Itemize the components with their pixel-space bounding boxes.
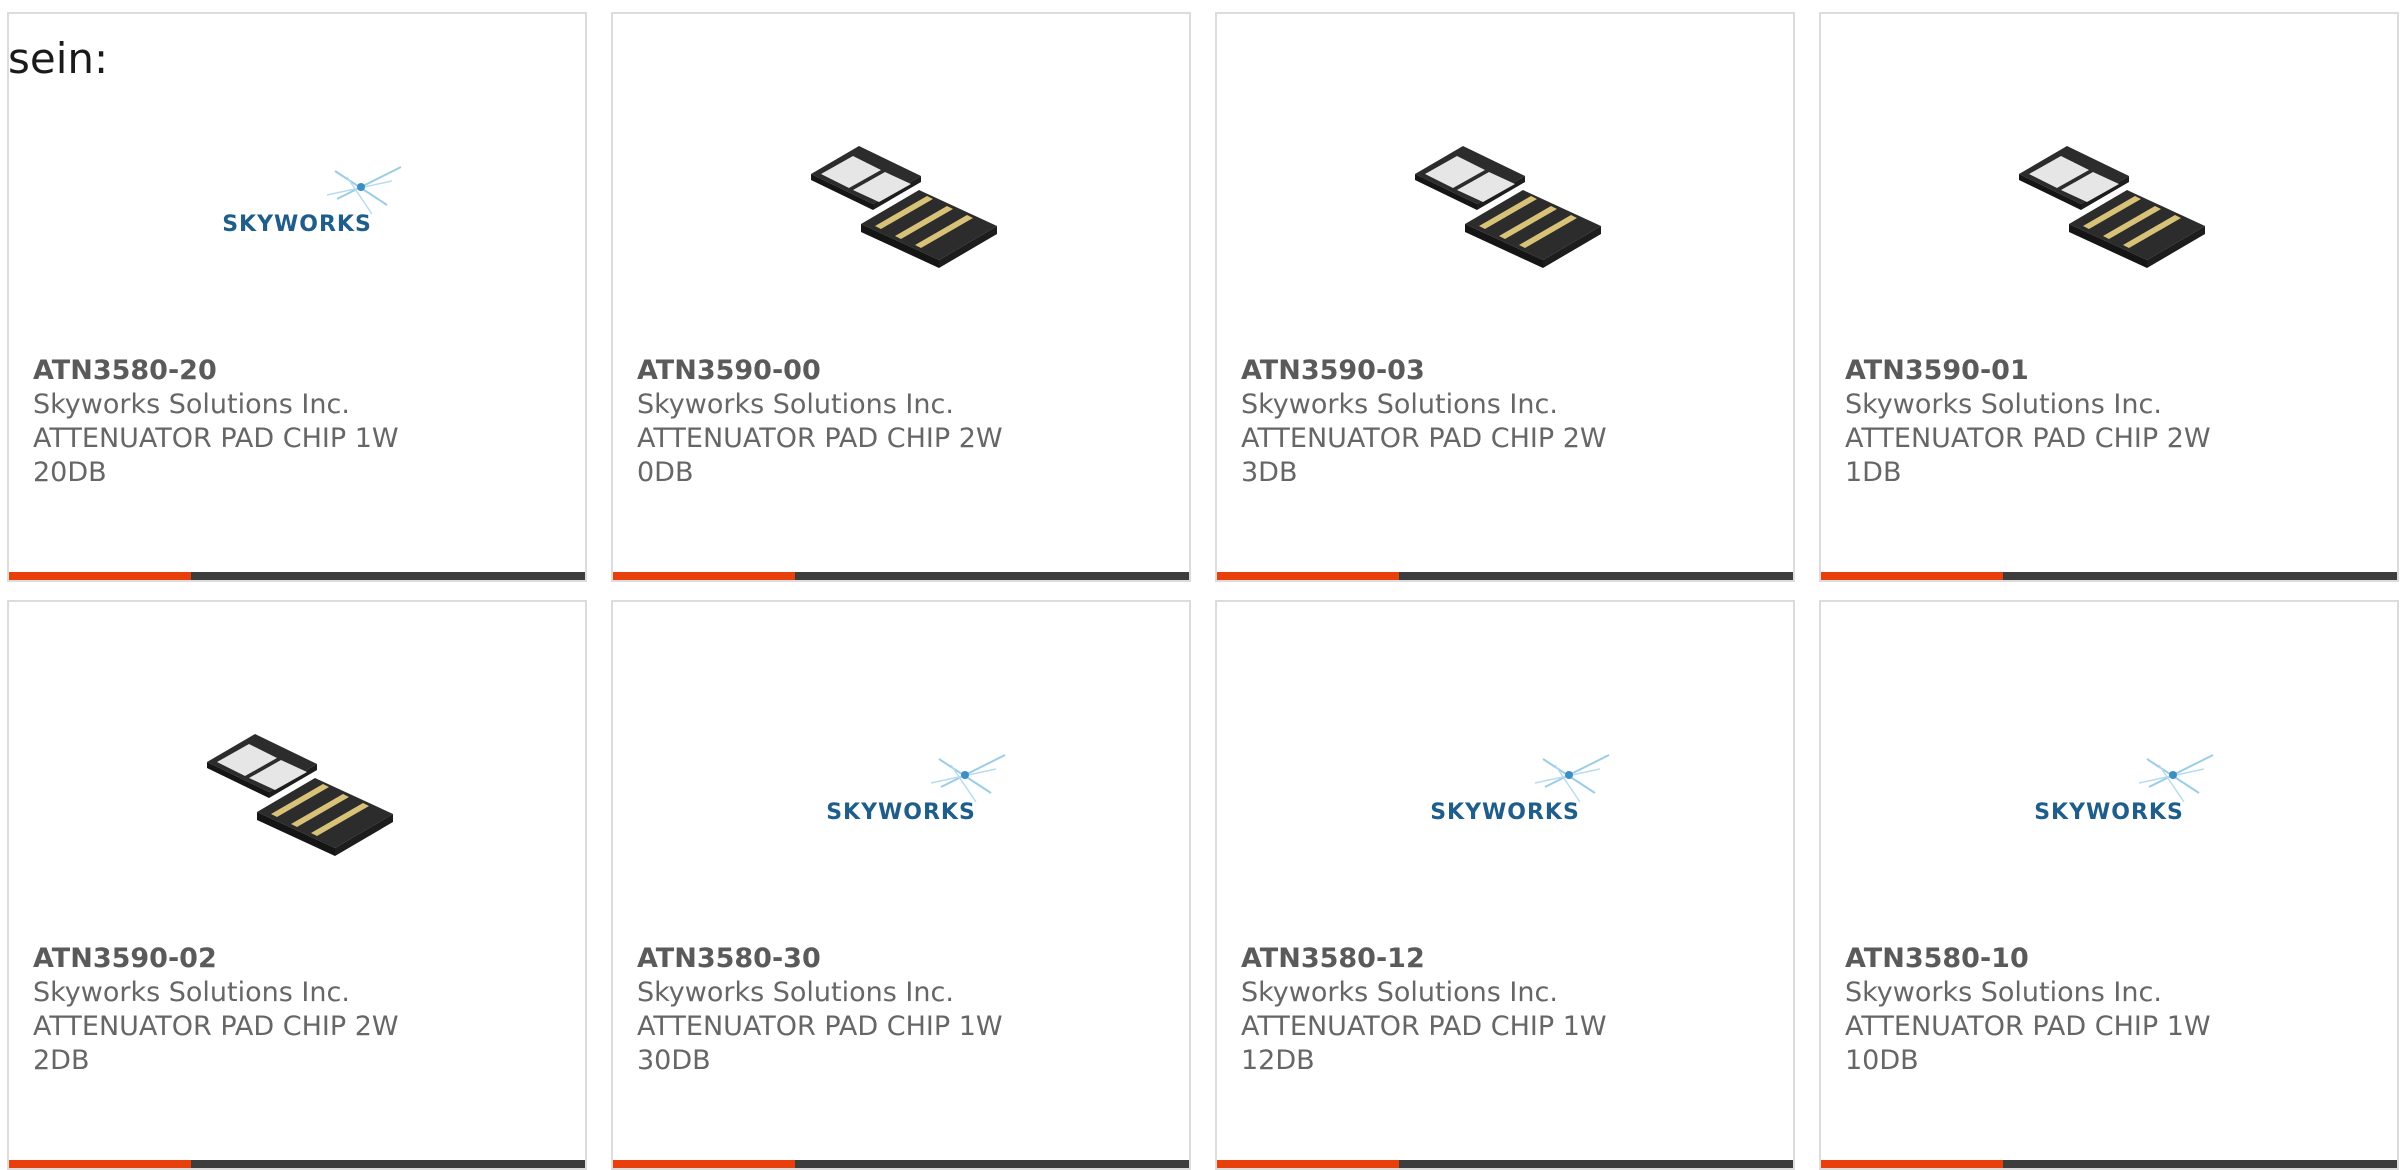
part-number[interactable]: ATN3590-01 xyxy=(1845,354,2265,388)
product-image xyxy=(1821,124,2397,284)
product-image: SKYWORKS xyxy=(1217,712,1793,872)
manufacturer: Skyworks Solutions Inc. xyxy=(1241,977,1558,1008)
description-line: ATTENUATOR PAD CHIP 2W 1DB xyxy=(1845,423,2211,488)
product-image xyxy=(9,712,585,872)
product-card[interactable]: SKYWORKS ATN3580-20 Skyworks Solutions I… xyxy=(7,12,587,582)
chip-photo xyxy=(207,734,393,856)
part-number[interactable]: ATN3590-02 xyxy=(33,942,453,976)
part-number[interactable]: ATN3590-03 xyxy=(1241,354,1661,388)
accent-strip xyxy=(9,572,191,580)
description-line: 10DB xyxy=(1845,1045,1919,1076)
svg-text:SKYWORKS: SKYWORKS xyxy=(1430,800,1580,825)
product-card[interactable]: ATN3590-02 Skyworks Solutions Inc. ATTEN… xyxy=(7,600,587,1170)
description-line: 12DB xyxy=(1241,1045,1315,1076)
description-line: ATTENUATOR PAD CHIP 2W 0DB xyxy=(637,423,1003,488)
product-image: SKYWORKS xyxy=(613,712,1189,872)
card-footer-bar xyxy=(1821,572,2397,580)
part-number[interactable]: ATN3590-00 xyxy=(637,354,1057,388)
svg-text:SKYWORKS: SKYWORKS xyxy=(2034,800,2184,825)
product-image: SKYWORKS xyxy=(1821,712,2397,872)
card-footer-bar xyxy=(613,572,1189,580)
manufacturer: Skyworks Solutions Inc. xyxy=(33,977,350,1008)
description-line: 30DB xyxy=(637,1045,711,1076)
card-footer-bar xyxy=(9,572,585,580)
product-card[interactable]: ATN3590-00 Skyworks Solutions Inc. ATTEN… xyxy=(611,12,1191,582)
product-grid: SKYWORKS ATN3580-20 Skyworks Solutions I… xyxy=(7,12,2399,1170)
description-line: ATTENUATOR PAD CHIP 1W xyxy=(33,423,399,454)
skyworks-logo: SKYWORKS xyxy=(1430,754,1610,825)
accent-strip xyxy=(1217,572,1399,580)
manufacturer: Skyworks Solutions Inc. xyxy=(1845,977,2162,1008)
product-image: SKYWORKS xyxy=(9,124,585,284)
manufacturer: Skyworks Solutions Inc. xyxy=(1845,389,2162,420)
description-line: ATTENUATOR PAD CHIP 1W xyxy=(1241,1011,1607,1042)
description-line: ATTENUATOR PAD CHIP 2W 3DB xyxy=(1241,423,1607,488)
product-card[interactable]: ATN3590-03 Skyworks Solutions Inc. ATTEN… xyxy=(1215,12,1795,582)
description-line: 20DB xyxy=(33,457,107,488)
card-footer-bar xyxy=(1217,572,1793,580)
intro-text: sein: xyxy=(8,34,109,83)
chip-photo xyxy=(1415,146,1601,268)
svg-text:SKYWORKS: SKYWORKS xyxy=(222,212,372,237)
accent-strip xyxy=(1821,572,2003,580)
product-image xyxy=(613,124,1189,284)
product-image xyxy=(1217,124,1793,284)
part-number[interactable]: ATN3580-10 xyxy=(1845,942,2265,976)
skyworks-logo: SKYWORKS xyxy=(222,166,402,237)
accent-strip xyxy=(613,572,795,580)
part-number[interactable]: ATN3580-20 xyxy=(33,354,453,388)
part-number[interactable]: ATN3580-12 xyxy=(1241,942,1661,976)
manufacturer: Skyworks Solutions Inc. xyxy=(637,977,954,1008)
description-line: ATTENUATOR PAD CHIP 1W xyxy=(637,1011,1003,1042)
manufacturer: Skyworks Solutions Inc. xyxy=(637,389,954,420)
chip-photo xyxy=(811,146,997,268)
part-number[interactable]: ATN3580-30 xyxy=(637,942,1057,976)
product-card[interactable]: SKYWORKS ATN3580-12 Skyworks Solutions I… xyxy=(1215,600,1795,1170)
chip-photo xyxy=(2019,146,2205,268)
svg-text:SKYWORKS: SKYWORKS xyxy=(826,800,976,825)
product-card[interactable]: SKYWORKS ATN3580-10 Skyworks Solutions I… xyxy=(1819,600,2399,1170)
manufacturer: Skyworks Solutions Inc. xyxy=(1241,389,1558,420)
product-card[interactable]: SKYWORKS ATN3580-30 Skyworks Solutions I… xyxy=(611,600,1191,1170)
description-line: ATTENUATOR PAD CHIP 1W xyxy=(1845,1011,2211,1042)
skyworks-logo: SKYWORKS xyxy=(2034,754,2214,825)
description-line: ATTENUATOR PAD CHIP 2W 2DB xyxy=(33,1011,399,1076)
skyworks-logo: SKYWORKS xyxy=(826,754,1006,825)
manufacturer: Skyworks Solutions Inc. xyxy=(33,389,350,420)
product-card[interactable]: ATN3590-01 Skyworks Solutions Inc. ATTEN… xyxy=(1819,12,2399,582)
